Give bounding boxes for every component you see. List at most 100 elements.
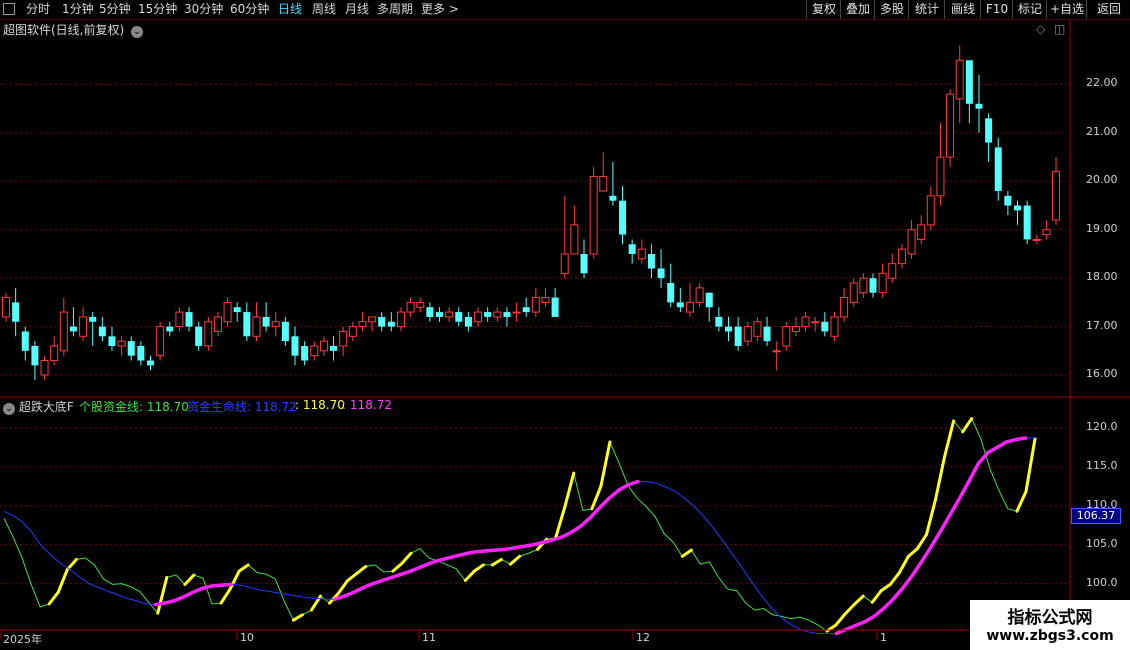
yellow-rise-segment (554, 505, 567, 540)
candle (396, 307, 405, 332)
candle (252, 302, 261, 342)
candle (378, 312, 386, 332)
yellow-rise-segment (961, 417, 974, 434)
candle (657, 249, 665, 288)
candle (426, 302, 434, 322)
magenta-rise-segment (957, 479, 971, 501)
candle (560, 195, 569, 279)
candle (878, 263, 887, 298)
candle (580, 239, 588, 279)
candle (926, 186, 935, 230)
yellow-rise-segment (897, 554, 910, 575)
indicator-tick-label: 105.0 (1086, 536, 1118, 550)
price-tick-label: 18.00 (1086, 270, 1118, 284)
candle (243, 302, 251, 342)
yellow-rise-segment (490, 557, 503, 567)
yellow-rise-segment (400, 551, 413, 565)
magenta-rise-segment (938, 513, 952, 534)
candle (1052, 157, 1061, 225)
candle (715, 307, 723, 332)
magenta-rise-segment (900, 574, 914, 591)
candle (609, 161, 617, 206)
candle (512, 302, 521, 322)
candle (69, 307, 77, 337)
stock-chart (0, 20, 1130, 650)
candle (233, 302, 241, 322)
yellow-rise-segment (156, 575, 169, 615)
indicator-title[interactable]: ⌄ 超跌大底F (3, 398, 74, 415)
yellow-rise-segment (599, 440, 612, 488)
yellow-rise-segment (924, 498, 938, 537)
line4-legend: : 118.72 (342, 398, 392, 412)
candle (166, 321, 174, 337)
candle (541, 287, 550, 308)
candle (31, 341, 39, 380)
candle (1014, 200, 1022, 225)
candle (763, 316, 771, 346)
indicator-tick-label: 115.0 (1086, 458, 1118, 472)
candle (551, 287, 559, 317)
candle (339, 326, 348, 356)
date-tick-label: 12 (636, 631, 650, 644)
candle (840, 287, 849, 322)
candle (185, 307, 193, 332)
candle (859, 273, 868, 298)
candle (147, 355, 155, 371)
candle (637, 239, 646, 264)
candle (474, 307, 483, 327)
candle (484, 307, 492, 322)
yellow-rise-segment (183, 573, 196, 586)
price-tick-label: 19.00 (1086, 221, 1118, 235)
candle (310, 341, 319, 361)
magenta-rise-segment (891, 586, 905, 601)
date-tick-label: 2025年 (3, 633, 42, 646)
line2-legend: 资金生命线: 118.72 (187, 400, 297, 414)
candle (503, 307, 511, 327)
candle (821, 312, 829, 337)
candlestick-series (2, 45, 1061, 380)
candle (281, 316, 289, 346)
yellow-rise-segment (852, 594, 865, 607)
candle (127, 336, 135, 361)
candle (667, 263, 675, 308)
candle (21, 326, 29, 361)
candle (570, 205, 579, 255)
yellow-rise-segment (219, 587, 232, 605)
price-tick-label: 22.00 (1086, 76, 1118, 90)
candle (753, 316, 762, 342)
magenta-rise-segment (948, 497, 962, 517)
indicator-tick-label: 100.0 (1086, 575, 1118, 589)
candle (291, 326, 299, 366)
candle (436, 307, 444, 322)
candle (108, 326, 116, 351)
candle (348, 321, 357, 342)
candle (59, 297, 68, 356)
candle (416, 297, 425, 313)
candle (50, 336, 59, 366)
candle (628, 239, 636, 264)
yellow-rise-segment (915, 533, 928, 551)
candle (599, 152, 608, 192)
yellow-rise-segment (472, 563, 485, 573)
candle (743, 321, 752, 346)
yellow-rise-segment (228, 569, 241, 591)
candle (156, 321, 165, 361)
candle (869, 273, 877, 298)
candle (917, 215, 926, 245)
yellow-rise-segment (1024, 437, 1037, 494)
yellow-rise-segment (56, 568, 69, 594)
candle (271, 312, 280, 337)
candle (685, 283, 694, 317)
candle (619, 186, 627, 245)
chevron-down-icon[interactable]: ⌄ (3, 403, 15, 415)
indicator-name: 超跌大底F (18, 400, 74, 414)
candle (888, 253, 897, 284)
yellow-rise-segment (355, 564, 368, 575)
candle (1032, 234, 1041, 245)
candle (40, 355, 49, 380)
candle (801, 312, 810, 332)
magenta-rise-segment (1014, 436, 1028, 442)
yellow-rise-segment (680, 548, 693, 558)
magenta-rise-segment (881, 597, 895, 611)
candle (98, 316, 106, 342)
